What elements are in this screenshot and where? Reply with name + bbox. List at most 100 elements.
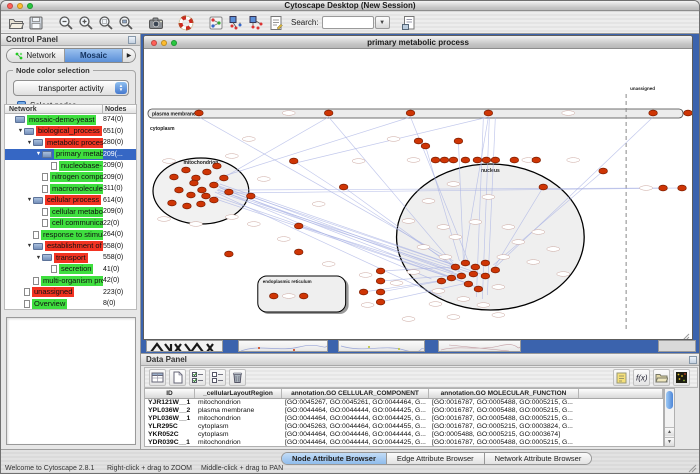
- network-node[interactable]: [197, 201, 206, 207]
- network-node[interactable]: [182, 167, 191, 173]
- table-cell[interactable]: YLR295C: [145, 423, 195, 431]
- network-node[interactable]: [175, 187, 184, 193]
- tree-row[interactable]: cell communicat22(0): [5, 218, 136, 230]
- notes-icon[interactable]: [613, 369, 630, 386]
- help-lifesaver-icon[interactable]: [177, 14, 195, 32]
- tab-network[interactable]: Network: [7, 49, 65, 62]
- network-node[interactable]: [213, 163, 222, 169]
- network-node[interactable]: [294, 249, 303, 255]
- table-cell[interactable]: [GO:0044464, GO:0044444, GO:0044425, G..…: [282, 415, 429, 423]
- network-node[interactable]: [491, 267, 500, 273]
- zoom-out-icon[interactable]: [57, 14, 75, 32]
- node-label-pill[interactable]: [282, 111, 295, 116]
- attribute-table-icon[interactable]: [149, 369, 166, 386]
- network-node[interactable]: [376, 289, 385, 295]
- node-label-pill[interactable]: [469, 220, 482, 225]
- function-builder-icon[interactable]: f(x): [633, 369, 650, 386]
- annotation-icon[interactable]: [267, 14, 285, 32]
- expand-arrow-icon[interactable]: ▼: [35, 255, 42, 261]
- node-label-pill[interactable]: [407, 270, 420, 275]
- node-label-pill[interactable]: [402, 219, 415, 224]
- node-label-pill[interactable]: [387, 137, 400, 142]
- tab-node-attribute-browser[interactable]: Node Attribute Browser: [282, 453, 387, 464]
- scrollbar-thumb[interactable]: [666, 391, 673, 409]
- node-label-pill[interactable]: [422, 199, 435, 204]
- tree-row[interactable]: mosaic-demo-yeast874(0): [5, 114, 136, 126]
- tree-row[interactable]: ▼biological_process651(0): [5, 126, 136, 138]
- network-node[interactable]: [376, 268, 385, 274]
- import-table-icon[interactable]: [653, 369, 670, 386]
- node-label-pill[interactable]: [257, 177, 270, 182]
- network-canvas[interactable]: plasma membranecytoplasmmitochondrionnuc…: [144, 49, 692, 340]
- node-label-pill[interactable]: [482, 195, 495, 200]
- background-window-fragment[interactable]: [438, 340, 521, 352]
- zoom-selected-icon[interactable]: [97, 14, 115, 32]
- node-label-pill[interactable]: [640, 186, 653, 191]
- node-label-pill[interactable]: [390, 281, 403, 286]
- tree-row[interactable]: nitrogen compo209(0): [5, 172, 136, 184]
- table-scrollbar[interactable]: ▲ ▼: [664, 388, 675, 447]
- table-cell[interactable]: YPL036W__2: [145, 407, 195, 415]
- node-label-pill[interactable]: [457, 297, 470, 302]
- table-row[interactable]: YPL036W__1mitochondrion[GO:0044464, GO:0…: [145, 415, 663, 423]
- background-window-fragment[interactable]: [338, 340, 425, 352]
- network-node[interactable]: [649, 110, 658, 116]
- background-window-fragment[interactable]: [146, 340, 223, 352]
- node-label-pill[interactable]: [447, 315, 460, 320]
- node-label-pill[interactable]: [402, 317, 415, 322]
- node-label-pill[interactable]: [189, 222, 202, 227]
- network-node[interactable]: [440, 157, 449, 163]
- network-node[interactable]: [484, 110, 493, 116]
- network-node[interactable]: [294, 223, 303, 229]
- network-node[interactable]: [454, 138, 463, 144]
- network-node[interactable]: [289, 158, 298, 164]
- network-node[interactable]: [187, 192, 196, 198]
- network-node[interactable]: [461, 260, 470, 266]
- scroll-down-button[interactable]: ▼: [665, 437, 674, 446]
- table-cell[interactable]: YJR121W__1: [145, 399, 195, 407]
- tab-mosaic[interactable]: Mosaic: [65, 49, 122, 62]
- node-label-pill[interactable]: [562, 111, 575, 116]
- snapshot-camera-icon[interactable]: [147, 14, 165, 32]
- node-color-combobox[interactable]: transporter activity ▲▼: [13, 80, 129, 96]
- table-cell[interactable]: cytoplasm: [195, 431, 282, 439]
- table-header-cell[interactable]: _cellularLayoutRegion: [195, 389, 282, 398]
- network-node[interactable]: [299, 293, 308, 299]
- tree-row[interactable]: secretion41(0): [5, 264, 136, 276]
- node-label-pill[interactable]: [439, 255, 452, 260]
- table-cell[interactable]: [GO:0044464, GO:0044444, GO:0044425, G..…: [282, 439, 429, 447]
- tab-overflow-arrow[interactable]: ▶: [122, 49, 135, 62]
- expand-arrow-icon[interactable]: ▼: [26, 140, 33, 146]
- table-cell[interactable]: [GO:0044464, GO:0044446, GO:0044444, G..…: [282, 431, 429, 439]
- node-label-pill[interactable]: [417, 245, 430, 250]
- network-node[interactable]: [437, 278, 446, 284]
- network-node[interactable]: [210, 182, 219, 188]
- network-node[interactable]: [659, 185, 668, 191]
- node-label-pill[interactable]: [532, 230, 545, 235]
- node-label-pill[interactable]: [437, 225, 450, 230]
- table-cell[interactable]: mitochondrion: [195, 415, 282, 423]
- network-node[interactable]: [198, 187, 207, 193]
- layout-a-icon[interactable]: [227, 14, 245, 32]
- node-label-pill[interactable]: [547, 247, 560, 252]
- network-node[interactable]: [210, 197, 219, 203]
- tree-row[interactable]: nucleobase-209(0): [5, 160, 136, 172]
- node-label-pill[interactable]: [477, 303, 490, 308]
- table-cell[interactable]: [GO:0005488, GO:0005215, GO:0003674]: [429, 431, 579, 439]
- expand-arrow-icon[interactable]: ▼: [17, 128, 24, 134]
- open-session-icon[interactable]: [7, 14, 25, 32]
- network-node[interactable]: [376, 278, 385, 284]
- network-node[interactable]: [359, 289, 368, 295]
- network-window-titlebar[interactable]: primary metabolic process: [144, 36, 692, 49]
- save-session-icon[interactable]: [27, 14, 45, 32]
- network-node[interactable]: [225, 251, 234, 257]
- float-panel-icon[interactable]: [128, 36, 136, 44]
- network-node[interactable]: [449, 157, 458, 163]
- tree-row[interactable]: ▼establishment of lo558(0): [5, 241, 136, 253]
- network-node[interactable]: [464, 281, 473, 287]
- network-node[interactable]: [247, 193, 256, 199]
- node-label-pill[interactable]: [557, 272, 570, 277]
- network-node[interactable]: [170, 174, 179, 180]
- table-row[interactable]: YDR039C__1mitochondrion[GO:0044464, GO:0…: [145, 439, 663, 447]
- tree-row[interactable]: Overview8(0): [5, 298, 136, 310]
